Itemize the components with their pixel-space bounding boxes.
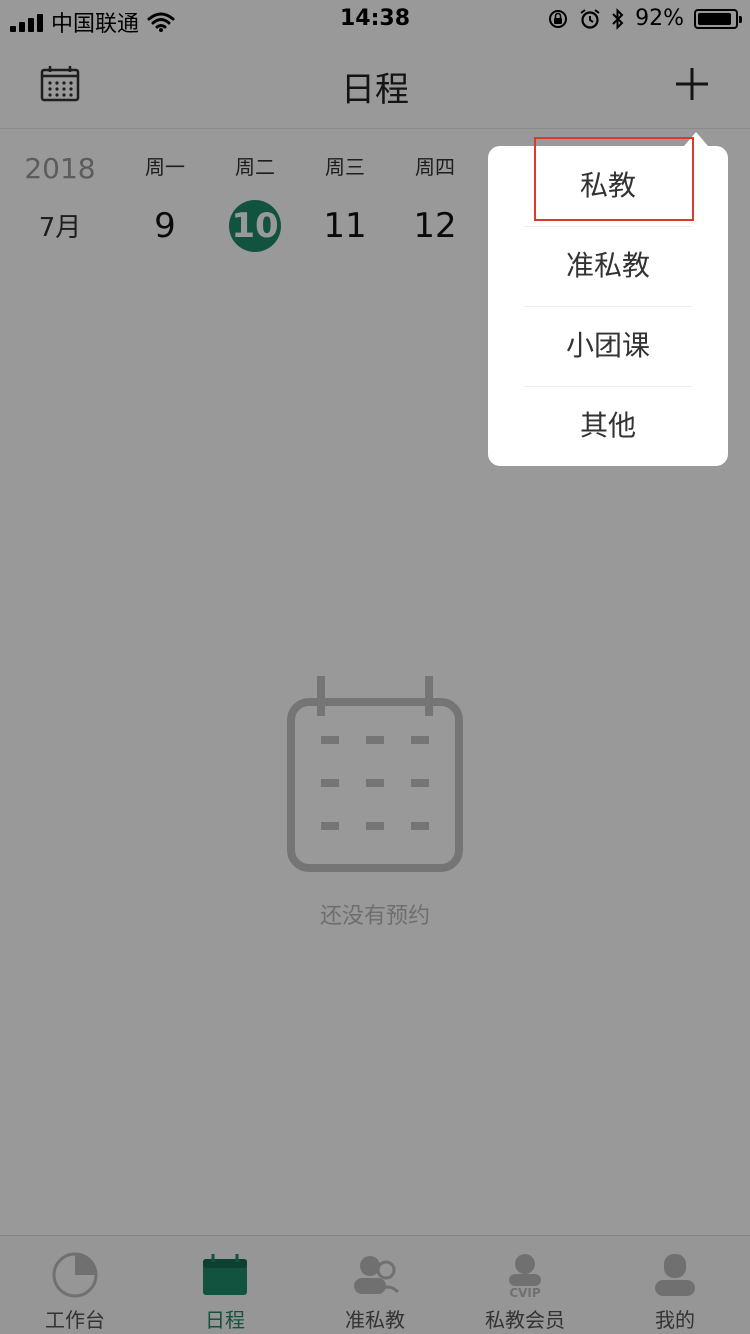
menu-item-semi-private-training[interactable]: 准私教: [488, 226, 728, 306]
add-type-popup-menu: 私教 准私教 小团课 其他: [488, 132, 728, 466]
menu-item-private-training[interactable]: 私教: [488, 146, 728, 226]
menu-item-small-group-class[interactable]: 小团课: [488, 306, 728, 386]
menu-item-other[interactable]: 其他: [488, 386, 728, 466]
